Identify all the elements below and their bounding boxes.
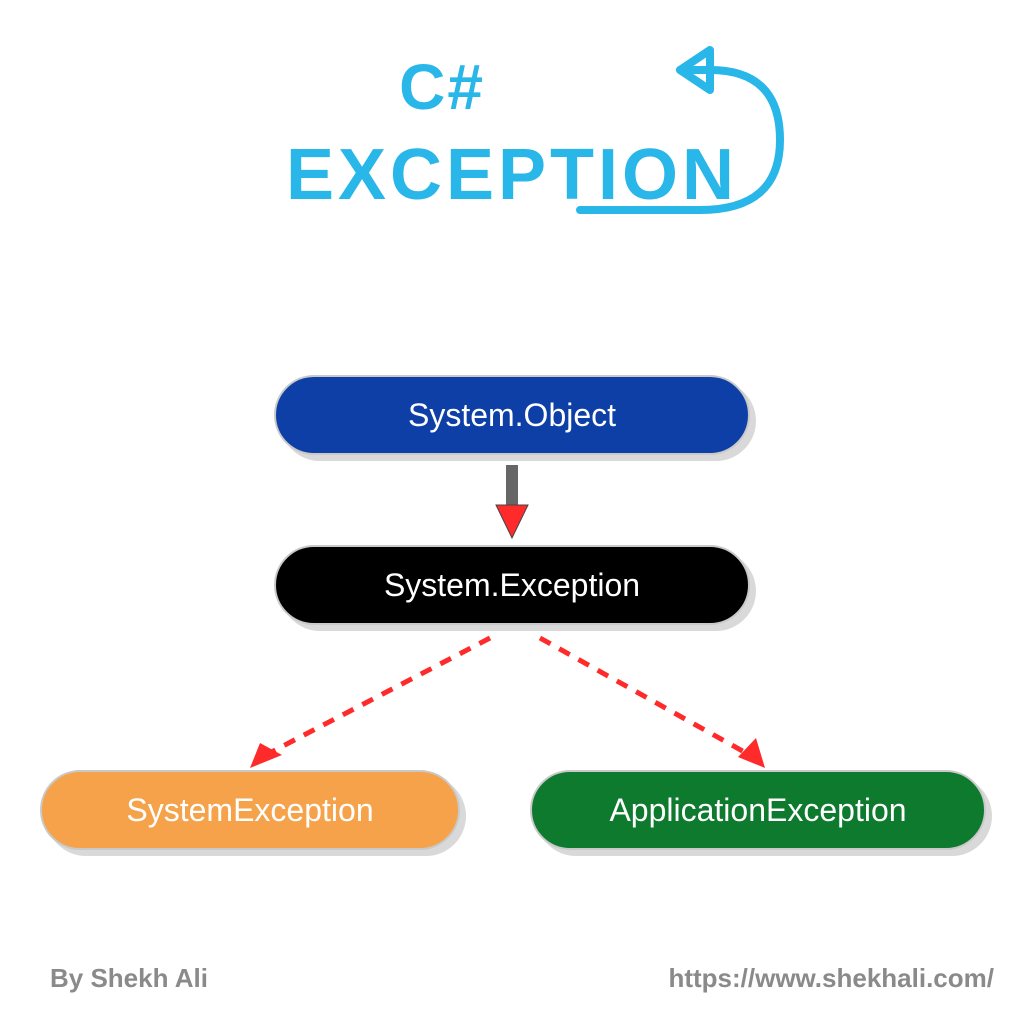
footer-author: By Shekh Ali xyxy=(50,963,208,994)
title-loop-arrow-icon xyxy=(560,30,840,230)
footer-url: https://www.shekhali.com/ xyxy=(668,963,994,994)
node-system-object: System.Object xyxy=(274,375,750,455)
node-system-exception: System.Exception xyxy=(274,545,750,625)
node-label: ApplicationException xyxy=(609,792,906,829)
node-label: SystemException xyxy=(126,792,373,829)
title-line1: C# xyxy=(0,50,1024,124)
dashed-branch-arrows xyxy=(0,628,1024,788)
title-block: C# EXCEPTION xyxy=(0,50,1024,216)
node-systemexception: SystemException xyxy=(40,770,460,850)
node-applicationexception: ApplicationException xyxy=(530,770,986,850)
node-label: System.Object xyxy=(408,397,616,434)
title-line2: EXCEPTION xyxy=(0,134,1024,216)
arrow-down-icon xyxy=(492,460,532,540)
node-label: System.Exception xyxy=(384,567,640,604)
